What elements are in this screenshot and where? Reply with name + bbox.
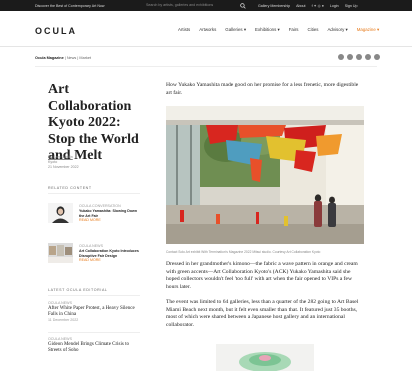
share-icons (338, 54, 380, 60)
article-title: Art Collaboration Kyoto 2022: Stop the W… (48, 82, 139, 163)
breadcrumb: Ocula Magazine | News | Market (35, 56, 92, 60)
ocula-logo[interactable]: OCULA (35, 26, 77, 36)
related-heading: RELATED CONTENT (48, 186, 92, 190)
editorial-item[interactable]: OCULA NEWS After White Paper Protest, a … (48, 301, 140, 323)
nav-galleries[interactable]: Galleries ▾ (225, 27, 246, 33)
gallery-membership-link[interactable]: Gallery Membership (258, 4, 290, 8)
article-meta: By Sam Gaskin Kyoto 21 November 2022 (48, 155, 79, 170)
portrait-thumbnail (48, 203, 73, 223)
editorial-title[interactable]: After White Paper Protest, a Heavy Silen… (48, 306, 140, 318)
editorial-title[interactable]: Gideon Mendel Brings Climate Crisis to S… (48, 342, 140, 354)
instagram-icon[interactable]: ◎ (318, 4, 321, 8)
related-item[interactable]: OCULA CONVERSATION Yukako Yamashita: Slo… (48, 203, 143, 229)
breadcrumb-news[interactable]: News (67, 56, 77, 60)
divider (48, 332, 140, 333)
page: Discover the Best of Contemporary Art No… (0, 0, 412, 371)
main-nav: Artists Artworks Galleries ▾ Exhibitions… (178, 27, 379, 33)
related-item[interactable]: OCULA NEWS Art Collaboration Kyoto Intro… (48, 243, 143, 269)
share-facebook-icon[interactable] (338, 54, 344, 60)
nav-artists[interactable]: Artists (178, 27, 190, 33)
nav-cities[interactable]: Cities (307, 27, 318, 33)
site-header: OCULA Artists Artworks Galleries ▾ Exhib… (0, 11, 412, 47)
read-more-link[interactable]: READ MORE (79, 258, 143, 263)
share-email-icon[interactable] (365, 54, 371, 60)
share-twitter-icon[interactable] (347, 54, 353, 60)
nav-magazine[interactable]: Magazine ▾ (357, 27, 379, 33)
nav-fairs[interactable]: Fairs (289, 27, 299, 33)
publish-date: 21 November 2022 (48, 165, 79, 169)
wechat-icon[interactable]: ● (322, 4, 324, 8)
read-more-link[interactable]: READ MORE (79, 218, 143, 223)
breadcrumb-market[interactable]: Market (79, 56, 91, 60)
artwork-image (216, 344, 314, 371)
login-link[interactable]: Login (330, 4, 339, 8)
search-input[interactable]: Search by artists, galleries and exhibit… (146, 3, 242, 8)
social-icons: f ✦ ◎ ● (312, 4, 324, 8)
search-icon[interactable] (240, 2, 246, 9)
art-fair-thumbnail (48, 243, 73, 263)
editorial-heading: LATEST OCULA EDITORIAL (48, 288, 108, 292)
editorial-date: 11 December 2022 (48, 317, 79, 322)
top-bar: Discover the Best of Contemporary Art No… (0, 0, 412, 11)
facebook-icon[interactable]: f (312, 4, 313, 8)
editorial-item[interactable]: OCULA NEWS Gideon Mendel Brings Climate … (48, 337, 140, 354)
paragraph-text: Dressed in her grandmother's kimono—the … (166, 261, 358, 290)
breadcrumb-section[interactable]: Ocula Magazine (35, 56, 64, 60)
divider (48, 193, 140, 194)
nav-artworks[interactable]: Artworks (199, 27, 216, 33)
share-link-icon[interactable] (374, 54, 380, 60)
nav-advisory[interactable]: Advisory ▾ (327, 27, 347, 33)
hero-image (166, 106, 364, 244)
article-paragraph: Dressed in her grandmother's kimono—the … (166, 261, 364, 291)
divider (48, 295, 140, 296)
image-caption: Contact Solo Art exhibit With Terminatio… (166, 250, 321, 254)
divider (35, 66, 377, 67)
article-paragraph: The event was limited to 64 galleries, l… (166, 299, 359, 328)
about-link[interactable]: About (296, 4, 305, 8)
nav-exhibitions[interactable]: Exhibitions ▾ (255, 27, 280, 33)
top-links: Gallery Membership About f ✦ ◎ ● Login S… (258, 4, 357, 8)
tagline: Discover the Best of Contemporary Art No… (35, 3, 105, 8)
related-title[interactable]: Yukako Yamashita: Slowing Down the Art F… (79, 209, 137, 218)
share-linkedin-icon[interactable] (356, 54, 362, 60)
twitter-icon[interactable]: ✦ (314, 4, 317, 8)
signup-link[interactable]: Sign Up (345, 4, 358, 8)
article-lead: How Yukako Yamashita made good on her pr… (166, 82, 359, 96)
related-title[interactable]: Art Collaboration Kyoto Introduces Disru… (79, 249, 139, 258)
